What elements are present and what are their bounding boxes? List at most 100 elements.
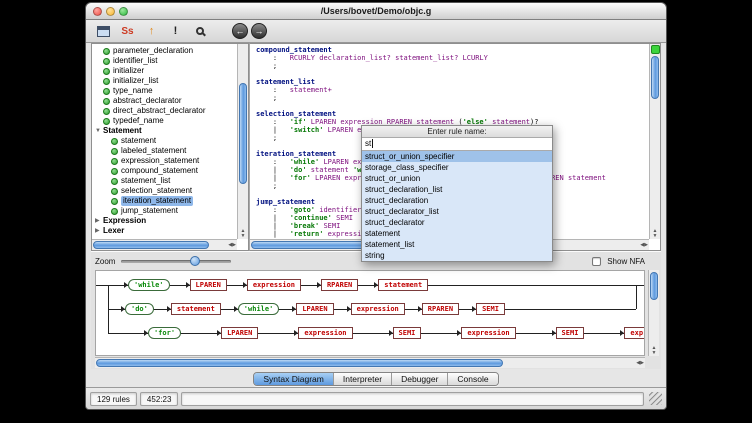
diagram-horizontal-scrollbar[interactable]: ◀▶ (95, 357, 645, 368)
tree-rule-abstract-declarator[interactable]: abstract_declarator (92, 96, 237, 106)
tree-rule-typedef-name[interactable]: typedef_name (92, 116, 237, 126)
diagram-vertical-scrollbar[interactable]: ▲▼ (648, 270, 659, 356)
zoom-button[interactable] (119, 7, 128, 16)
forward-button[interactable]: → (251, 23, 267, 39)
diagram-node-semi[interactable]: SEMI (393, 327, 422, 339)
tree-rule-labeled-statement[interactable]: labeled_statement (92, 146, 237, 156)
diagram-node-rparen[interactable]: RPAREN (321, 279, 358, 291)
diagram-literal-while[interactable]: 'while' (238, 303, 280, 315)
diagram-node-expression[interactable]: expression (624, 327, 644, 339)
grammar-ok-indicator (651, 45, 660, 54)
popup-item-struct-or-union-specifier[interactable]: struct_or_union_specifier (362, 151, 552, 162)
tree-rule-initializer-list[interactable]: initializer_list (92, 76, 237, 86)
show-nfa-checkbox[interactable] (592, 257, 601, 266)
scrollbar-arrows-icon[interactable]: ▲▼ (650, 229, 660, 239)
popup-item-struct-declaration[interactable]: struct_declaration (362, 195, 552, 206)
diagram-node-statement[interactable]: statement (378, 279, 428, 291)
tab-syntax-diagram[interactable]: Syntax Diagram (254, 373, 332, 385)
popup-item-struct-declarator-list[interactable]: struct_declarator_list (362, 206, 552, 217)
diagram-node-statement[interactable]: statement (171, 303, 221, 315)
window-title: /Users/bovet/Demo/objc.g (86, 3, 666, 20)
scrollbar-thumb[interactable] (651, 56, 659, 99)
diagram-node-expression[interactable]: expression (298, 327, 352, 339)
scrollbar-thumb[interactable] (93, 241, 209, 249)
diagram-node-expression[interactable]: expression (351, 303, 405, 315)
tree-rule-jump-statement[interactable]: jump_statement (92, 206, 237, 216)
popup-item-struct-declarator[interactable]: struct_declarator (362, 217, 552, 228)
find-button[interactable] (189, 22, 210, 41)
scrollbar-thumb[interactable] (239, 83, 247, 184)
popup-item-struct-declaration-list[interactable]: struct_declaration_list (362, 184, 552, 195)
tree-rule-iteration-statement[interactable]: iteration_statement (92, 196, 237, 206)
diagram-literal-for[interactable]: 'for' (148, 327, 181, 339)
scrollbar-arrows-icon[interactable]: ◀▶ (228, 241, 236, 250)
diagram-node-expression[interactable]: expression (461, 327, 515, 339)
tree-rule-parameter-declaration[interactable]: parameter_declaration (92, 46, 237, 56)
desktop-background: /Users/bovet/Demo/objc.g Ss↑! ←→ paramete… (0, 0, 752, 423)
tree-rule-identifier-list[interactable]: identifier_list (92, 56, 237, 66)
tab-interpreter[interactable]: Interpreter (333, 373, 391, 385)
connector-line (108, 330, 148, 336)
tab-debugger[interactable]: Debugger (391, 373, 447, 385)
tree-rule-type-name[interactable]: type_name (92, 86, 237, 96)
disclosure-closed-icon[interactable]: ▶ (95, 216, 103, 226)
diagram-node-lparen[interactable]: LPAREN (296, 303, 333, 315)
rule-bullet-icon (111, 148, 118, 155)
tree-rule-statement-list[interactable]: statement_list (92, 176, 237, 186)
tree-rule-compound-statement[interactable]: compound_statement (92, 166, 237, 176)
sort-rules-button[interactable]: Ss (117, 22, 138, 41)
tree-rule-selection-statement[interactable]: selection_statement (92, 186, 237, 196)
connector-line (301, 282, 321, 288)
resize-grip[interactable] (649, 392, 662, 405)
popup-item-struct-or-union[interactable]: struct_or_union (362, 173, 552, 184)
zoom-slider-track[interactable] (121, 260, 231, 263)
tree-rule-statement[interactable]: statement (92, 136, 237, 146)
diagram-literal-do[interactable]: 'do' (125, 303, 154, 315)
tree-group-statement[interactable]: ▼Statement (92, 126, 237, 136)
zoom-slider[interactable] (121, 255, 231, 267)
diagram-node-lparen[interactable]: LPAREN (221, 327, 258, 339)
scrollbar-arrows-icon[interactable]: ◀▶ (640, 241, 648, 250)
diagram-node-expression[interactable]: expression (247, 279, 301, 291)
title-bar[interactable]: /Users/bovet/Demo/objc.g (86, 3, 666, 20)
rules-panel: parameter_declarationidentifier_listinit… (91, 43, 249, 251)
diagram-node-semi[interactable]: SEMI (476, 303, 505, 315)
rules-vertical-scrollbar[interactable]: ▲▼ (237, 44, 248, 239)
popup-item-statement[interactable]: statement (362, 228, 552, 239)
panels-button[interactable] (93, 22, 114, 41)
minimize-button[interactable] (106, 7, 115, 16)
check-grammar-button[interactable]: ↑ (141, 22, 162, 41)
diagram-node-lparen[interactable]: LPAREN (190, 279, 227, 291)
tree-rule-initializer[interactable]: initializer (92, 66, 237, 76)
popup-item-storage-class-specifier[interactable]: storage_class_specifier (362, 162, 552, 173)
diagram-entry-rail (96, 285, 108, 286)
diagram-node-semi[interactable]: SEMI (556, 327, 585, 339)
popup-item-statement-list[interactable]: statement_list (362, 239, 552, 250)
tree-group-expression[interactable]: ▶Expression (92, 216, 237, 226)
tree-label: type_name (113, 86, 153, 96)
status-bar: 129 rules 452:23 (86, 387, 666, 409)
scrollbar-thumb[interactable] (650, 272, 658, 300)
close-button[interactable] (93, 7, 102, 16)
tree-group-lexer[interactable]: ▶Lexer (92, 226, 237, 236)
disclosure-open-icon[interactable]: ▼ (95, 126, 103, 136)
diagram-literal-while[interactable]: 'while' (128, 279, 170, 291)
tree-rule-expression-statement[interactable]: expression_statement (92, 156, 237, 166)
scrollbar-arrows-icon[interactable]: ◀▶ (636, 359, 644, 368)
zoom-slider-thumb[interactable] (190, 256, 200, 266)
rules-horizontal-scrollbar[interactable]: ◀▶ (92, 239, 237, 250)
tab-console[interactable]: Console (447, 373, 497, 385)
rule-name-input[interactable]: st (362, 138, 552, 151)
diagram-node-rparen[interactable]: RPAREN (422, 303, 459, 315)
back-button[interactable]: ← (232, 23, 248, 39)
editor-vertical-scrollbar[interactable]: ▲▼ (649, 44, 660, 239)
popup-item-string[interactable]: string (362, 250, 552, 261)
disclosure-closed-icon[interactable]: ▶ (95, 226, 103, 236)
ideas-button[interactable]: ! (165, 22, 186, 41)
scrollbar-arrows-icon[interactable]: ▲▼ (238, 229, 248, 239)
scrollbar-thumb[interactable] (96, 359, 503, 367)
scrollbar-arrows-icon[interactable]: ▲▼ (649, 346, 659, 356)
text-caret (372, 139, 373, 148)
tree-label: Statement (103, 126, 142, 136)
tree-rule-direct-abstract-declarator[interactable]: direct_abstract_declarator (92, 106, 237, 116)
